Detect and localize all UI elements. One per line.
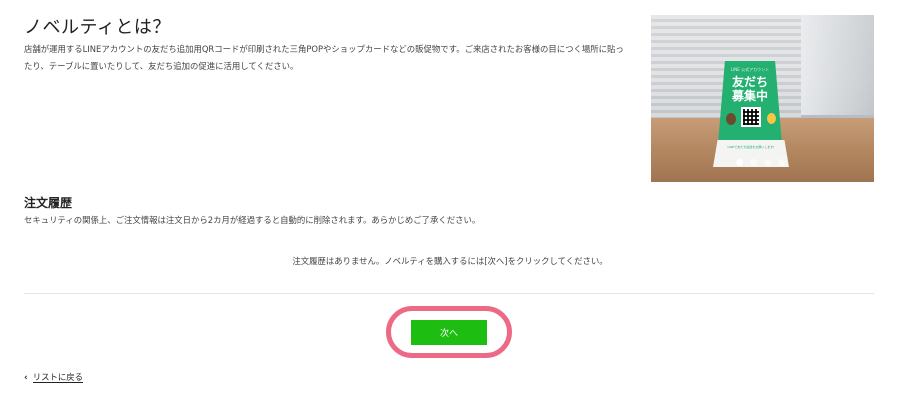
order-history-heading: 注文履歴	[24, 196, 73, 210]
bear-character-icon	[726, 113, 736, 125]
chevron-left-icon: ‹	[24, 372, 28, 383]
carousel-dot-1[interactable]	[736, 159, 743, 166]
pop-headline: 友だち 募集中	[713, 75, 787, 103]
divider	[24, 293, 874, 294]
carousel-dot-3[interactable]	[764, 159, 771, 166]
novelty-description-line-2: たり、テーブルに置いたりして、友だち追加の促進に活用してください。	[24, 61, 299, 71]
empty-history-message: 注文履歴はありません。ノベルティを購入するには[次へ]をクリックしてください。	[292, 256, 608, 266]
chick-character-icon	[767, 113, 776, 124]
triangle-pop-image: LINE 公式アカウント 友だち 募集中 LINEで友だち追加をお願いします!	[713, 61, 789, 167]
novelty-description: 店舗が運用するLINEアカウントの友だち追加用QRコードが印刷された三角POPや…	[24, 41, 624, 75]
carousel-dot-2[interactable]	[750, 159, 757, 166]
security-note: セキュリティの関係上、ご注文情報は注文日から2カ月が経過すると自動的に削除されま…	[24, 215, 481, 225]
pop-headline-line-1: 友だち	[731, 75, 768, 89]
photo-window-light	[801, 15, 874, 115]
pop-headline-line-2: 募集中	[731, 89, 768, 103]
pop-small-print: LINEで友だち追加をお願いします!	[727, 145, 775, 149]
novelty-photo-carousel: LINE 公式アカウント 友だち 募集中 LINEで友だち追加をお願いします!	[651, 15, 874, 182]
carousel-dot-4[interactable]	[778, 159, 785, 166]
next-button[interactable]: 次へ	[411, 320, 487, 345]
back-to-list-label: リストに戻る	[32, 372, 83, 383]
qr-code-icon	[741, 107, 761, 127]
carousel-pagination	[736, 159, 785, 166]
page-title: ノベルティとは？	[24, 17, 171, 38]
pop-header: LINE 公式アカウント	[730, 67, 770, 72]
novelty-description-line-1: 店舗が運用するLINEアカウントの友だち追加用QRコードが印刷された三角POPや…	[24, 44, 624, 54]
back-to-list-link[interactable]: ‹ リストに戻る	[24, 372, 83, 383]
